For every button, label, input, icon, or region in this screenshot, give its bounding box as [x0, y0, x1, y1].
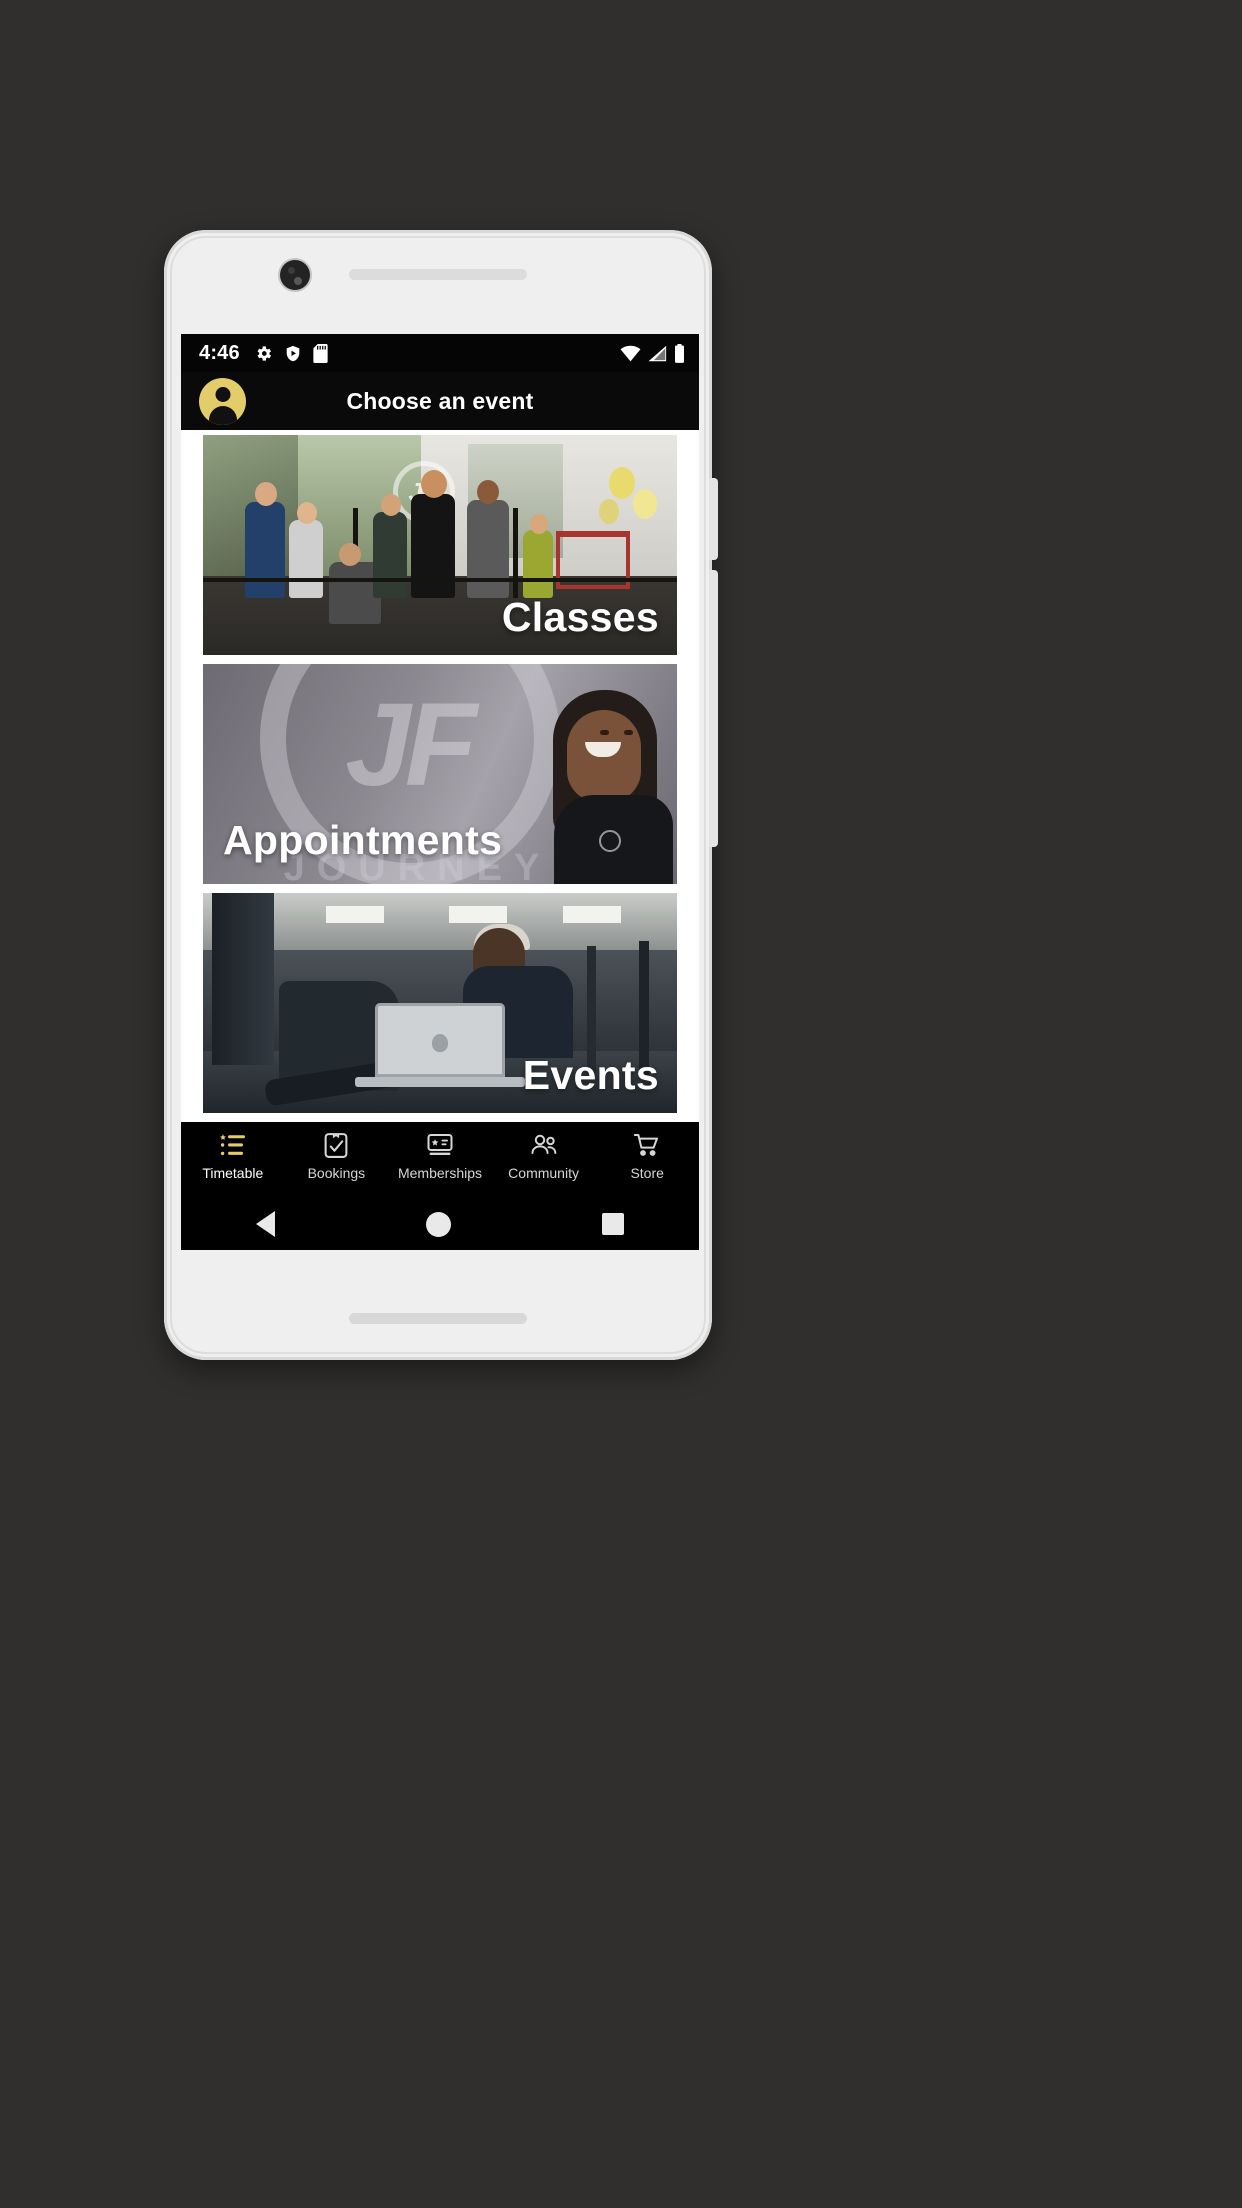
photo-trainer-eye	[624, 730, 634, 736]
photo-person-head	[477, 479, 499, 504]
nav-item-bookings[interactable]: Bookings	[285, 1130, 389, 1181]
balloon-decor	[609, 467, 635, 499]
wifi-icon	[620, 345, 641, 361]
event-card-label: Classes	[501, 594, 659, 640]
photo-person-head	[255, 481, 277, 506]
photo-trainer-eye	[600, 730, 610, 736]
photo-trainer	[478, 682, 677, 884]
brand-monogram-watermark: JF	[345, 679, 477, 812]
nav-label: Memberships	[397, 1165, 482, 1181]
photo-laptop	[375, 1003, 505, 1077]
account-avatar-icon[interactable]	[199, 377, 246, 425]
nav-item-timetable[interactable]: Timetable	[181, 1130, 285, 1181]
laptop-logo-icon	[432, 1034, 448, 1052]
shopping-cart-icon	[633, 1130, 661, 1160]
status-bar-clock: 4:46	[199, 341, 240, 364]
event-card-events[interactable]: Events	[203, 893, 677, 1113]
volume-up-button[interactable]	[709, 478, 718, 560]
photo-ceiling-light	[326, 906, 385, 924]
photo-pillar	[212, 893, 275, 1065]
front-camera-icon	[280, 260, 310, 290]
photo-person	[289, 519, 323, 598]
photo-person	[523, 529, 553, 598]
event-card-appointments[interactable]: JF JOURNEY Appointments	[203, 664, 677, 884]
membership-card-icon	[425, 1130, 455, 1160]
photo-person-head	[297, 501, 317, 524]
photo-ceiling-light	[563, 906, 622, 924]
screenshot-root: 4:46 Choose an event Classes JF JOURNEY …	[0, 0, 1242, 2208]
photo-person	[467, 499, 509, 598]
android-system-nav-bar	[181, 1194, 699, 1250]
status-bar-system-icons	[620, 343, 685, 363]
event-type-list: JF	[181, 430, 699, 1113]
circle-home-icon[interactable]	[425, 1211, 451, 1237]
nav-label: Store	[630, 1165, 664, 1181]
phone-screen: 4:46 Choose an event Classes JF JOURNEY …	[181, 334, 699, 1250]
balloon-decor	[599, 499, 619, 524]
avatar-head-shape	[215, 386, 230, 402]
nav-item-store[interactable]: Store	[595, 1130, 699, 1181]
event-card-label: Appointments	[223, 817, 503, 863]
triangle-back-icon[interactable]	[256, 1211, 276, 1237]
photo-trainer-logo-badge	[599, 829, 622, 852]
event-card-classes[interactable]: JF	[203, 435, 677, 655]
photo-ceiling-light	[449, 906, 508, 924]
status-bar: 4:46	[181, 334, 699, 372]
star-list-icon	[219, 1130, 247, 1160]
photo-laptop-base	[355, 1077, 525, 1087]
bottom-navigation-bar: Timetable Bookings Memberships Community…	[181, 1122, 699, 1194]
app-header-bar: Choose an event	[181, 372, 699, 430]
balloon-decor	[633, 489, 657, 519]
volume-down-button[interactable]	[709, 570, 718, 662]
page-title: Choose an event	[346, 387, 534, 414]
shield-play-icon	[286, 345, 300, 361]
photo-sled-post	[513, 507, 518, 598]
sd-card-icon	[313, 343, 328, 363]
battery-icon	[675, 343, 684, 363]
clipboard-check-icon	[323, 1130, 349, 1160]
square-recents-icon[interactable]	[601, 1213, 624, 1235]
photo-person	[245, 501, 285, 598]
photo-person	[373, 511, 407, 598]
photo-floor-line	[203, 578, 677, 583]
photo-person-head	[421, 469, 447, 498]
photo-person-head	[530, 513, 548, 534]
nav-label: Timetable	[202, 1165, 264, 1181]
people-group-icon	[529, 1130, 559, 1160]
nav-label: Community	[508, 1165, 579, 1181]
bottom-speaker	[349, 1313, 527, 1324]
cellular-signal-icon	[648, 345, 667, 361]
nav-item-memberships[interactable]: Memberships	[388, 1130, 492, 1181]
status-bar-notification-icons	[254, 343, 328, 363]
nav-item-community[interactable]: Community	[492, 1130, 596, 1181]
power-button[interactable]	[709, 655, 718, 847]
nav-label: Bookings	[307, 1165, 366, 1181]
gear-icon	[257, 345, 271, 361]
photo-person-head	[381, 493, 401, 516]
event-card-label: Events	[522, 1052, 659, 1098]
earpiece-speaker	[349, 269, 527, 280]
avatar-body-shape	[208, 405, 237, 425]
